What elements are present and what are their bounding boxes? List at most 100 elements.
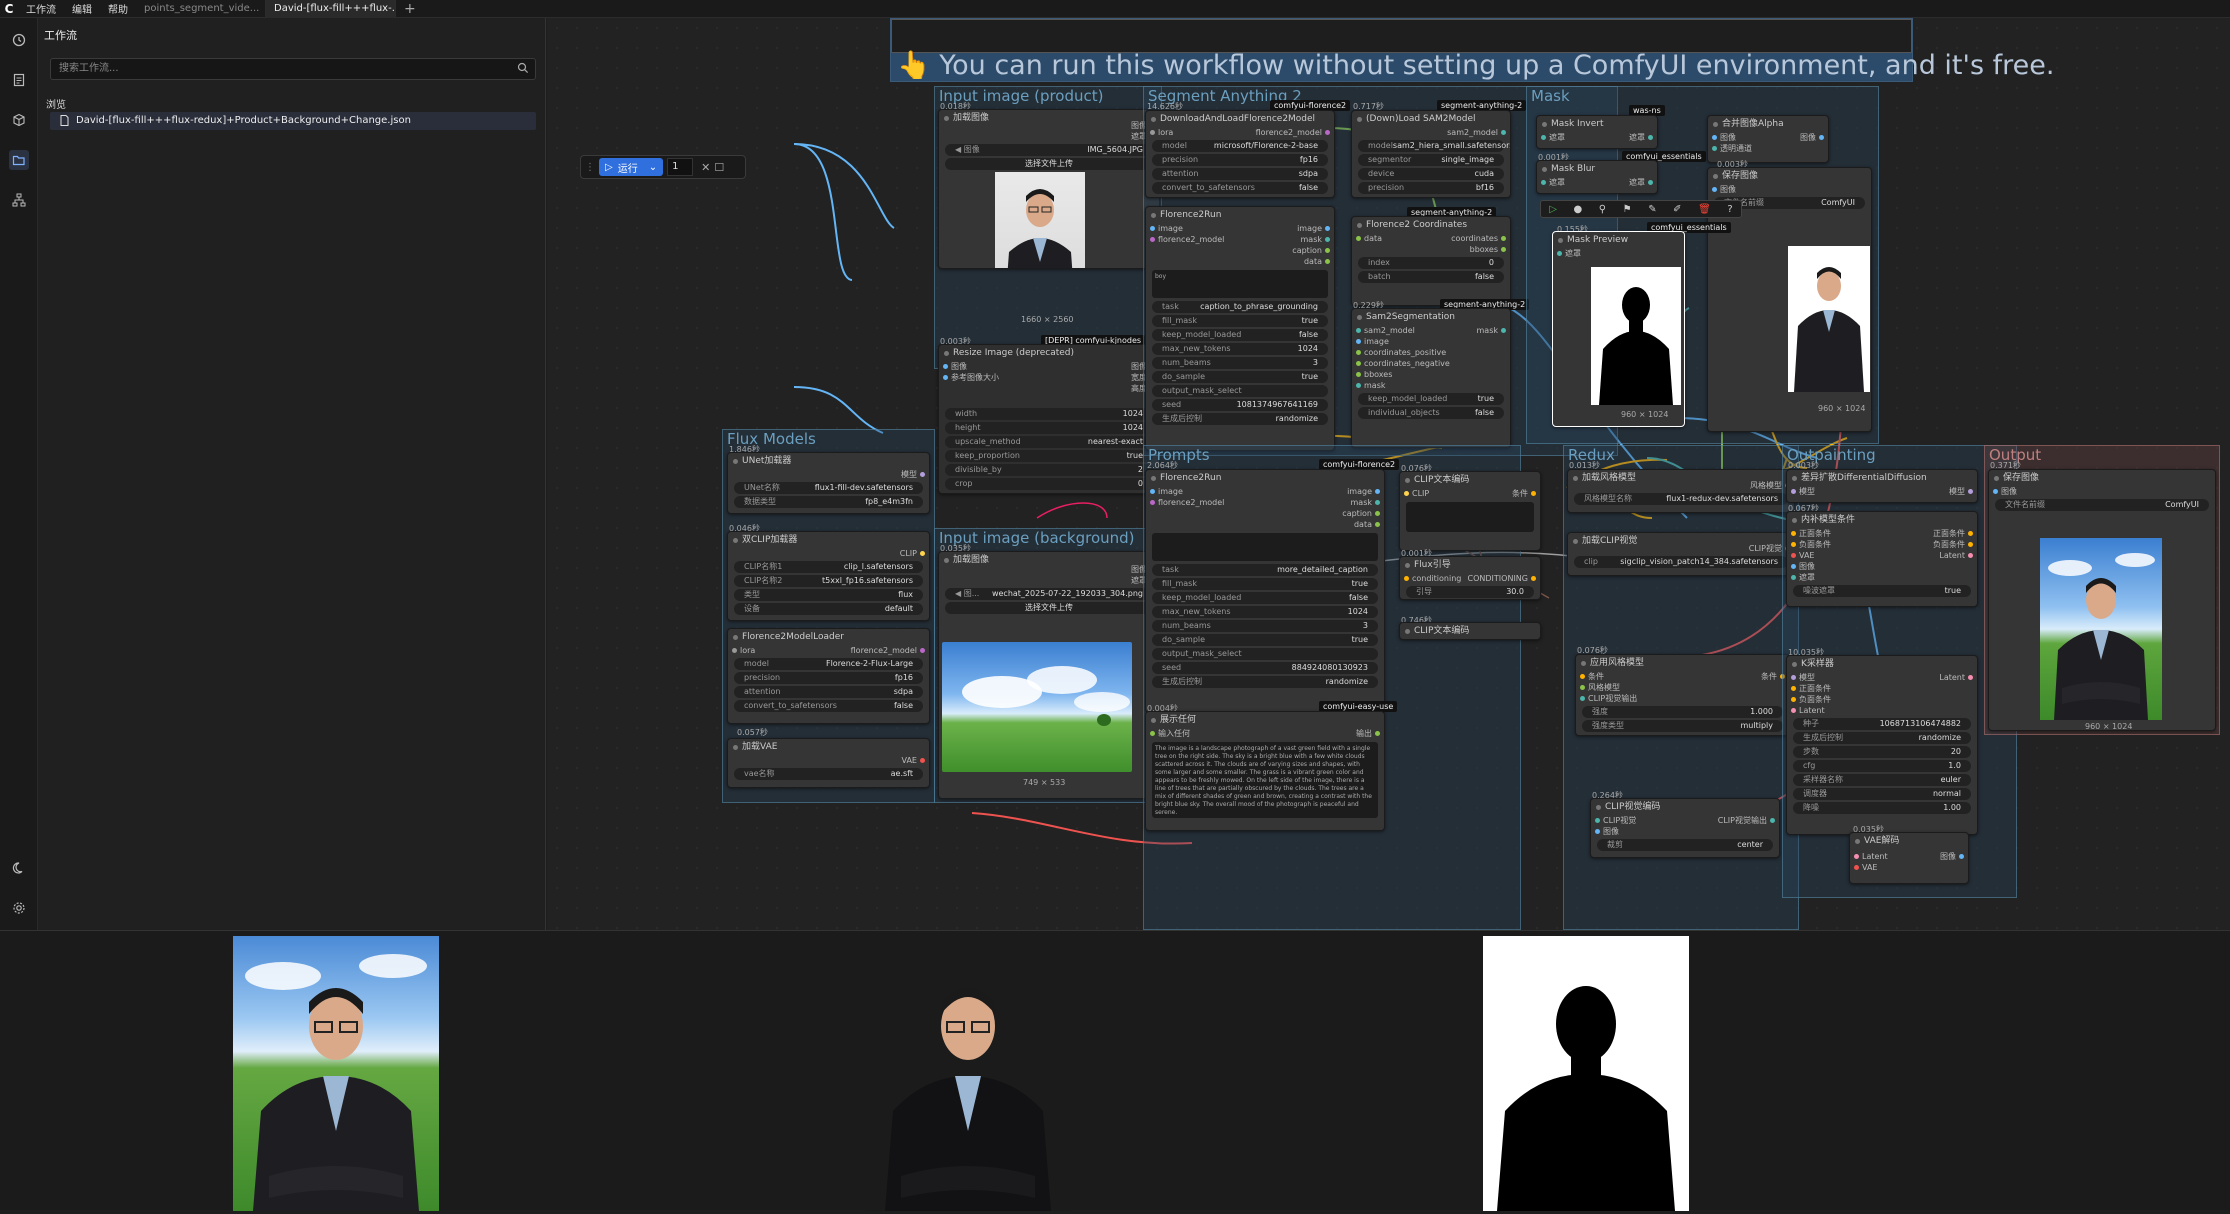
num-beams-widget[interactable]: num_beams 3 <box>1152 620 1378 632</box>
menu-workflow[interactable]: 工作流 <box>18 1 64 16</box>
vae-name-widget[interactable]: vae名称 ae.sft <box>734 768 923 780</box>
clip-name2-widget[interactable]: CLIP名称2 t5xxl_fp16.safetensors <box>734 575 923 587</box>
device-widget[interactable]: device cuda <box>1358 168 1504 180</box>
clip-text-encode-node-2[interactable]: CLIP文本编码 <box>1399 622 1541 640</box>
keep-proportion-toggle[interactable]: keep_proportion true <box>945 450 1153 462</box>
height-widget[interactable]: height 1024 <box>945 422 1153 434</box>
output-coordinates[interactable]: coordinates <box>1352 233 1510 244</box>
input-vae[interactable]: VAE <box>1850 862 1968 873</box>
upscale-method-widget[interactable]: upscale_method nearest-exact <box>945 436 1153 448</box>
keep-model-loaded-toggle[interactable]: keep_model_loaded false <box>1152 329 1328 341</box>
input-bboxes[interactable]: bboxes <box>1352 369 1510 380</box>
input-image[interactable]: 图像 <box>1708 184 1871 195</box>
search-icon[interactable] <box>517 62 529 82</box>
image-select[interactable]: ◀ 图像 IMG_5604.JPG <box>945 144 1153 156</box>
index-widget[interactable]: index 0 <box>1358 257 1504 269</box>
crop-widget[interactable]: 裁剪 center <box>1597 839 1773 851</box>
num-beams-widget[interactable]: num_beams 3 <box>1152 357 1328 369</box>
input-latent[interactable]: Latent <box>1787 705 1977 716</box>
upload-button[interactable]: 选择文件上传 <box>945 602 1153 614</box>
close-icon[interactable]: ✕ <box>701 161 710 174</box>
moon-icon[interactable] <box>9 858 29 878</box>
folder-open-icon[interactable] <box>9 150 29 170</box>
output-clip-vision-output[interactable]: CLIP视觉输出 <box>1591 815 1779 826</box>
output-vae[interactable]: VAE <box>728 755 929 766</box>
input-sam2-model[interactable]: sam2_model <box>1352 325 1510 336</box>
florence2-model-loader-node[interactable]: DownloadAndLoadFlorence2Model lora flore… <box>1145 110 1335 198</box>
steps-widget[interactable]: 步数 20 <box>1793 746 1971 758</box>
style-model-name-widget[interactable]: 风格模型名称 flux1-redux-dev.safetensors <box>1574 493 1788 505</box>
pencil-icon[interactable]: ✐ <box>1673 204 1681 215</box>
input-image[interactable]: 图像 <box>1591 826 1779 837</box>
output-mask-select-widget[interactable]: output_mask_select <box>1152 648 1378 660</box>
seed-widget[interactable]: seed 1081374967641169 <box>1152 399 1328 411</box>
output-image[interactable]: image <box>1146 223 1334 234</box>
menu-help[interactable]: 帮助 <box>100 1 136 16</box>
new-tab-button[interactable]: + <box>396 1 424 17</box>
output-data[interactable]: data <box>1146 519 1384 530</box>
output-florence2-model[interactable]: florence2_model <box>1146 127 1334 138</box>
clip-text-encode-node[interactable]: CLIP文本编码 CLIP 条件 <box>1399 471 1541 551</box>
play-icon[interactable]: ▷ <box>1549 204 1557 215</box>
menu-edit[interactable]: 编辑 <box>64 1 100 16</box>
strength-widget[interactable]: 强度 1.000 <box>1582 706 1783 718</box>
input-mask[interactable]: 遮罩 <box>1787 572 1977 583</box>
delete-icon[interactable]: 🗑 <box>1698 204 1711 215</box>
node-canvas[interactable]: 👆 You can run this workflow without sett… <box>547 18 2230 930</box>
preview-result-image[interactable] <box>233 936 439 1211</box>
sampler-name-widget[interactable]: 采样器名称 euler <box>1793 774 1971 786</box>
control-after-generate-widget[interactable]: 生成后控制 randomize <box>1152 676 1378 688</box>
seed-widget[interactable]: seed 884924080130923 <box>1152 662 1378 674</box>
resize-image-node[interactable]: Resize Image (deprecated) 图像 参考图像大小 图像 宽… <box>938 344 1160 494</box>
strength-type-widget[interactable]: 强度类型 multiply <box>1582 720 1783 732</box>
max-new-tokens-widget[interactable]: max_new_tokens 1024 <box>1152 606 1378 618</box>
load-image-background-node[interactable]: 加载图像 图像 遮罩 ◀ 图... wechat_2025-07-22_19203… <box>938 551 1160 799</box>
output-model[interactable]: 模型 <box>728 469 929 480</box>
help-icon[interactable]: ? <box>1727 204 1732 215</box>
denoise-widget[interactable]: 降噪 1.00 <box>1793 802 1971 814</box>
florence2-coordinates-node[interactable]: Florence2 Coordinates data coordinates b… <box>1351 216 1511 306</box>
document-icon[interactable] <box>9 70 29 90</box>
show-any-node[interactable]: 展示任何 输入任何 输出 The image is a landscape ph… <box>1145 711 1385 831</box>
output-data[interactable]: data <box>1146 256 1334 267</box>
clip-name-widget[interactable]: clip sigclip_vision_patch14_384.safetenso… <box>1574 556 1788 568</box>
inpaint-model-conditioning-node[interactable]: 内补模型条件 正面条件 负面条件 VAE 图像 遮罩 正面条件 负面条件 Lat… <box>1786 511 1978 607</box>
convert-widget[interactable]: convert_to_safetensors false <box>734 700 923 712</box>
output-width[interactable]: 宽度 <box>939 372 1159 383</box>
clip-vision-encode-node[interactable]: CLIP视觉编码 CLIP视觉 CLIP视觉输出 图像 裁剪 center <box>1590 798 1780 858</box>
task-widget[interactable]: task more_detailed_caption <box>1152 564 1378 576</box>
search-input[interactable]: 搜索工作流... <box>50 58 536 80</box>
gear-icon[interactable] <box>9 898 29 918</box>
mask-invert-node[interactable]: Mask Invert 遮罩 遮罩 <box>1536 115 1658 149</box>
output-latent[interactable]: Latent <box>1887 550 1977 561</box>
dtype-widget[interactable]: 数据类型 fp8_e4m3fn <box>734 496 923 508</box>
input-positive[interactable]: 正面条件 <box>1787 683 1977 694</box>
max-new-tokens-widget[interactable]: max_new_tokens 1024 <box>1152 343 1328 355</box>
keep-model-loaded-toggle[interactable]: keep_model_loaded true <box>1358 393 1504 405</box>
batch-toggle[interactable]: batch false <box>1358 271 1504 283</box>
sam2-segmentation-node[interactable]: Sam2Segmentation mask sam2_model image c… <box>1351 308 1511 448</box>
precision-widget[interactable]: precision bf16 <box>1358 182 1504 194</box>
dual-clip-loader-node[interactable]: 双CLIP加载器 CLIP CLIP名称1 clip_l.safetensors … <box>727 531 930 621</box>
vae-loader-node[interactable]: 加载VAE VAE vae名称 ae.sft <box>727 738 930 788</box>
input-coordinates-negative[interactable]: coordinates_negative <box>1352 358 1510 369</box>
model-widget[interactable]: model Florence-2-Flux-Large <box>734 658 923 670</box>
drag-handle-icon[interactable]: ⋮ <box>585 162 595 173</box>
tab-david-flux[interactable]: David-[flux-fill+++flux-...● <box>266 0 396 18</box>
color-picker-icon[interactable]: ● <box>1574 204 1583 215</box>
output-caption[interactable]: caption <box>1146 508 1384 519</box>
model-widget[interactable]: model microsoft/Florence-2-base <box>1152 140 1328 152</box>
output-image[interactable]: 图像 <box>1850 851 1968 862</box>
flux-guidance-node[interactable]: Flux引导 conditioning CONDITIONING 引导 30.0 <box>1399 556 1541 600</box>
input-mask[interactable]: 遮罩 <box>1553 248 1684 259</box>
load-image-product-node[interactable]: 加载图像 图像 遮罩 ◀ 图像 IMG_5604.JPG 选择文件上传 <box>938 109 1160 269</box>
do-sample-toggle[interactable]: do_sample true <box>1152 634 1378 646</box>
model-widget[interactable]: model sam2_hiera_small.safetensors <box>1358 140 1510 152</box>
output-mask[interactable]: mask <box>1146 497 1384 508</box>
input-style-model[interactable]: 风格模型 <box>1576 682 1789 693</box>
ksampler-node[interactable]: K采样器 Latent 模型 正面条件 负面条件 Latent 种子 106871… <box>1786 655 1978 835</box>
device-widget[interactable]: 设备 default <box>734 603 923 615</box>
precision-widget[interactable]: precision fp16 <box>734 672 923 684</box>
input-clip-vision-output[interactable]: CLIP视觉输出 <box>1576 693 1789 704</box>
run-count-input[interactable]: 1 <box>667 158 694 176</box>
